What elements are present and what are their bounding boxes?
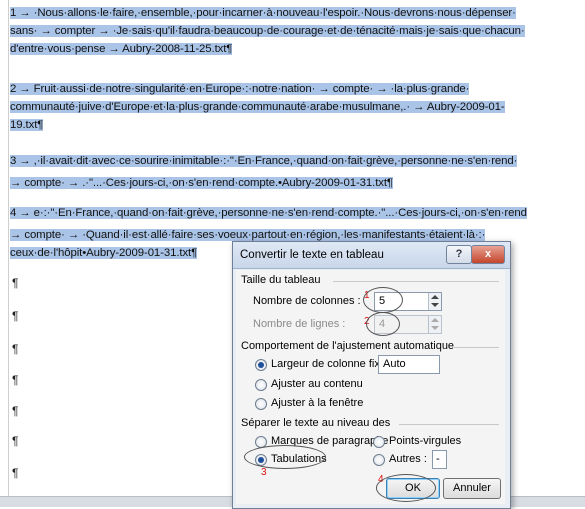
- separator-paragraph-label[interactable]: Marques de paragraphe: [271, 435, 388, 447]
- close-button[interactable]: x: [471, 245, 505, 264]
- separator-tab-radio[interactable]: [255, 454, 267, 466]
- paragraph-1[interactable]: 1 → ·Nous·allons·le·faire,·ensemble,·pou…: [10, 4, 585, 58]
- separator-other-label[interactable]: Autres :: [389, 453, 427, 465]
- paragraph-2-line-1: 2 → Fruit·aussi·de·notre·singularité·en·…: [10, 83, 470, 95]
- help-button[interactable]: ?: [446, 245, 472, 264]
- columns-value: 5: [379, 295, 386, 307]
- section-table-size-label: Taille du tableau: [241, 274, 321, 286]
- columns-spinner[interactable]: 5: [374, 292, 442, 311]
- paragraph-4-line-1: 4 → e·:·"·En·France,·quand·on·fait·grève…: [10, 207, 527, 219]
- separator-other-radio[interactable]: [373, 454, 385, 466]
- dialog-body: Taille du tableau Nombre de colonnes : 5…: [236, 270, 505, 504]
- columns-spinner-arrows[interactable]: [428, 293, 441, 310]
- fit-window-radio[interactable]: [255, 398, 267, 410]
- convert-text-to-table-dialog[interactable]: Convertir le texte en tableau ? x Taille…: [232, 241, 511, 509]
- dialog-title: Convertir le texte en tableau: [240, 249, 384, 261]
- separator-other-value: -: [436, 453, 440, 465]
- empty-paragraph-mark: ¶: [12, 309, 19, 323]
- spinner-down-icon: [431, 326, 439, 330]
- annotation-number-3: 3: [261, 467, 267, 478]
- page-margin-line: [8, 0, 9, 507]
- paragraph-3[interactable]: 3 → ,·il·avait·dit·avec·ce·sourire·inimi…: [10, 152, 585, 192]
- empty-paragraph-mark: ¶: [12, 434, 19, 448]
- empty-paragraph-mark: ¶: [12, 466, 19, 480]
- section-divider: [399, 424, 499, 425]
- paragraph-4-line-3: ceux·de·l'hôpit•Aubry-2009-01-31.txt¶: [10, 247, 198, 259]
- cancel-button[interactable]: Annuler: [443, 478, 501, 499]
- separator-other-input[interactable]: -: [432, 450, 447, 469]
- ok-button[interactable]: OK: [386, 478, 440, 499]
- paragraph-3-line-2: → compte· → .·"...·Ces·jours-ci,·on·s'en…: [10, 177, 393, 189]
- fixed-width-value: Auto: [383, 358, 406, 370]
- rows-spinner: 4: [374, 315, 442, 334]
- section-divider: [333, 281, 499, 282]
- columns-label: Nombre de colonnes :: [253, 295, 361, 307]
- annotation-number-4: 4: [378, 474, 384, 485]
- fixed-width-label[interactable]: Largeur de colonne fixe :: [271, 358, 392, 370]
- spinner-up-icon: [431, 318, 439, 322]
- empty-paragraph-mark: ¶: [12, 342, 19, 356]
- paragraph-1-line-3: d'entre·vous·pense → Aubry-2008-11-25.tx…: [10, 43, 233, 55]
- paragraph-4-line-2: → compte· → ·Quand·il·est·allé·faire·ses…: [10, 229, 486, 241]
- fixed-width-radio[interactable]: [255, 359, 267, 371]
- empty-paragraph-mark: ¶: [12, 404, 19, 418]
- separator-semicolon-label[interactable]: Points-virgules: [389, 435, 461, 447]
- paragraph-1-line-1: 1 → ·Nous·allons·le·faire,·ensemble,·pou…: [10, 7, 516, 19]
- rows-spinner-arrows: [428, 316, 441, 333]
- rows-value: 4: [379, 318, 386, 330]
- rows-label: Nombre de lignes :: [253, 318, 346, 330]
- empty-paragraph-mark: ¶: [12, 276, 19, 290]
- section-autofit-label: Comportement de l'ajustement automatique: [241, 340, 455, 352]
- section-separator-label: Séparer le texte au niveau des: [241, 417, 391, 429]
- separator-paragraph-radio[interactable]: [255, 436, 267, 448]
- annotation-number-2: 2: [364, 316, 370, 327]
- paragraph-3-line-1: 3 → ,·il·avait·dit·avec·ce·sourire·inimi…: [10, 155, 518, 167]
- paragraph-1-line-2: sans· → compter → ·Je·sais·qu'il·faudra·…: [10, 25, 525, 37]
- empty-paragraph-mark: ¶: [12, 373, 19, 387]
- spinner-up-icon[interactable]: [431, 295, 439, 299]
- separator-semicolon-radio[interactable]: [373, 436, 385, 448]
- separator-tab-label[interactable]: Tabulations: [271, 453, 327, 465]
- fit-content-radio[interactable]: [255, 379, 267, 391]
- fit-window-label[interactable]: Ajuster à la fenêtre: [271, 397, 363, 409]
- spinner-down-icon[interactable]: [431, 303, 439, 307]
- fixed-width-select[interactable]: Auto: [378, 355, 440, 374]
- section-divider: [454, 347, 499, 348]
- paragraph-2-line-3: 19.txt¶: [10, 119, 44, 131]
- dialog-titlebar[interactable]: Convertir le texte en tableau ? x: [233, 242, 510, 269]
- paragraph-2[interactable]: 2 → Fruit·aussi·de·notre·singularité·en·…: [10, 80, 585, 134]
- paragraph-2-line-2: communauté·juive·d'Europe·et·la·plus·gra…: [10, 101, 505, 113]
- fit-content-label[interactable]: Ajuster au contenu: [271, 378, 363, 390]
- annotation-number-1: 1: [364, 290, 370, 301]
